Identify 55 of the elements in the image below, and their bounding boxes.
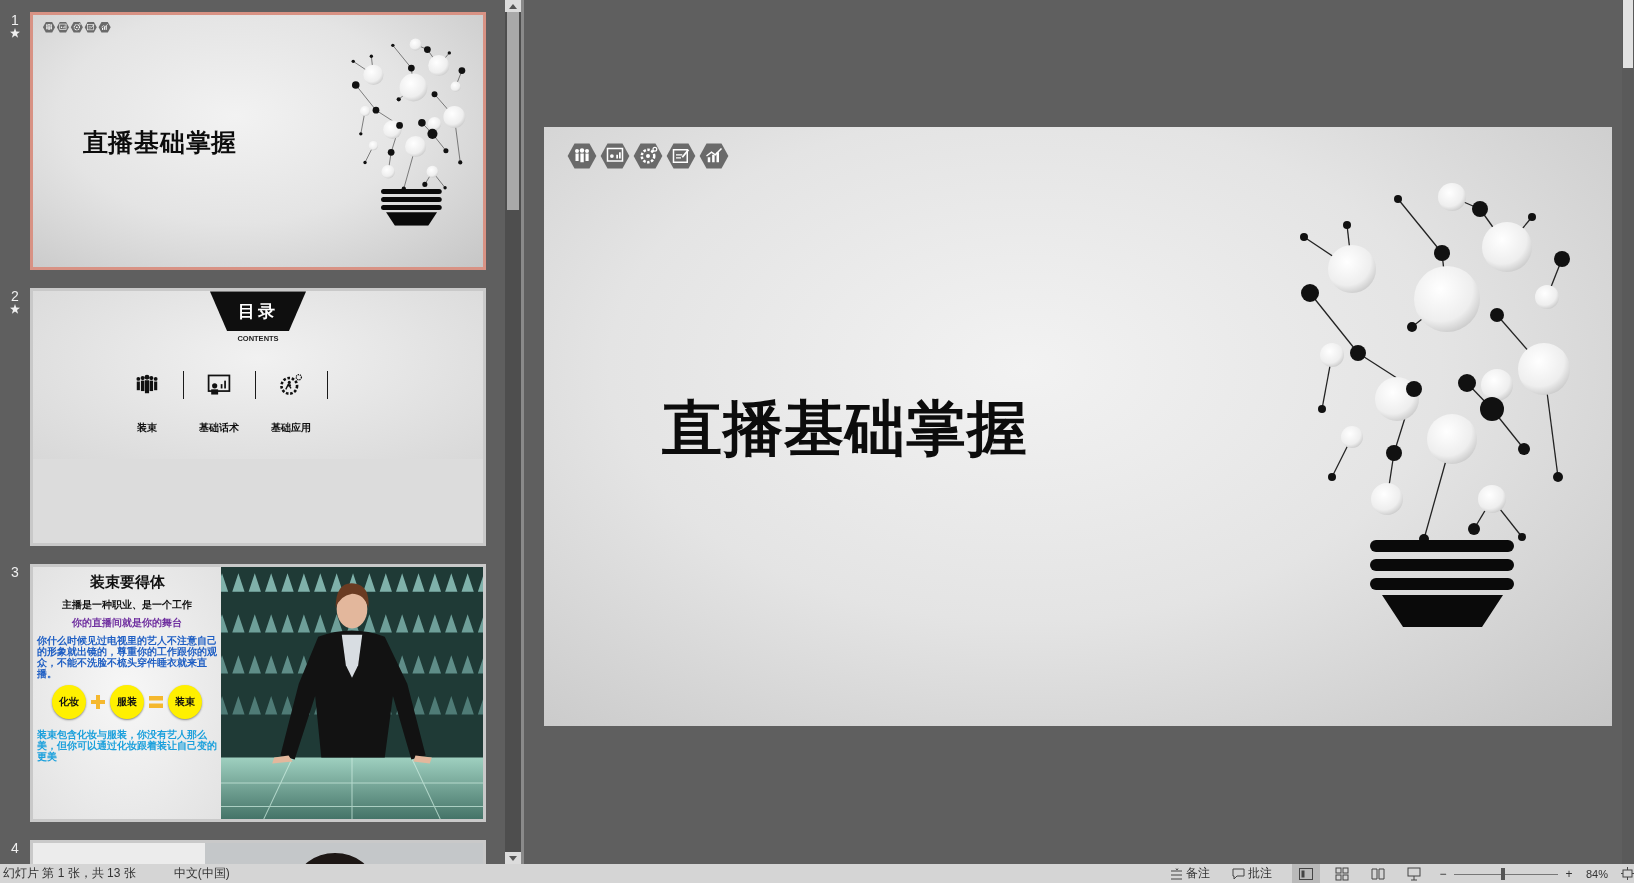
zoom-slider-thumb[interactable] — [1500, 867, 1505, 880]
edit-icon — [84, 20, 98, 34]
contents-item-label: 装束 — [137, 421, 157, 436]
slide-sorter-icon — [1333, 865, 1350, 882]
slide-title: 直播基础掌握 — [662, 394, 1028, 464]
notes-icon — [1169, 867, 1183, 880]
plus-icon — [91, 695, 105, 710]
growth-chart-icon — [698, 141, 730, 171]
gear-icon — [70, 20, 84, 34]
slide-title: 直播基础掌握 — [82, 126, 237, 159]
contents-item-label: 基础话术 — [199, 421, 239, 436]
slideshow-icon — [1405, 865, 1422, 882]
slide-paragraph: 你什么时候见过电视里的艺人不注意自己的形象就出镜的，尊重你的工作跟你的观众，不能不洗脸不梳头穿件睡衣就来直播。 — [37, 635, 217, 680]
notes-button[interactable]: 备注 — [1165, 864, 1214, 883]
slide-thumbnail[interactable]: 直播基础掌握 — [30, 12, 486, 271]
scrollbar[interactable] — [1622, 0, 1634, 864]
zoom-out-button[interactable]: − — [1435, 864, 1450, 883]
slide-footer-text: 装束包含化妆与服装，你没有艺人那么美，但你可以通过化妆跟着装让自己变的更美 — [37, 729, 217, 763]
slide-tagline: 你的直播间就是你的舞台 — [72, 616, 182, 631]
equation-circle: 化妆 — [52, 685, 86, 720]
reading-view-icon — [1369, 865, 1386, 882]
slide-thumbnail[interactable]: 装束要得体 主播是一种职业、是一个工作 你的直播间就是你的舞台 你什么时候见过电视里的艺人不注意自己的形象就出镜的，尊重你的工作跟你的观众，不能不洗脸不梳头穿件睡衣就来直播。 化妆 服装 装束 装束包含化妆与服装，你没有艺人那么美，但你可以通过化妆跟着装让自己变的更美 — [30, 564, 486, 823]
slide-number: 2 — [11, 288, 19, 305]
scrollbar[interactable] — [505, 0, 521, 864]
slide-subtitle: 主播是一种职业、是一个工作 — [62, 598, 192, 613]
scrollbar-thumb[interactable] — [1623, 0, 1633, 68]
growth-chart-icon — [97, 20, 112, 34]
slide-counter: 幻灯片 第 1 张，共 13 张 — [2, 865, 136, 882]
fit-slide-icon — [1620, 867, 1634, 880]
gear-icon — [632, 141, 664, 171]
scroll-up-arrow-icon — [509, 3, 517, 9]
equals-icon — [149, 696, 163, 709]
presentation-icon — [599, 141, 631, 171]
slide-heading: 装束要得体 — [89, 573, 165, 593]
zoom-in-button[interactable]: + — [1561, 864, 1576, 883]
normal-view-icon — [1297, 865, 1314, 882]
zoom-level-button[interactable]: 84% — [1585, 864, 1608, 883]
equation-circle: 服装 — [110, 685, 144, 720]
scrollbar-thumb[interactable] — [507, 12, 519, 210]
presentation-icon — [56, 20, 70, 34]
comments-button[interactable]: 批注 — [1227, 864, 1276, 883]
view-button[interactable] — [1291, 864, 1320, 883]
slide-number: 3 — [11, 564, 19, 581]
fit-slide-button[interactable] — [1620, 864, 1634, 883]
contents-item-label: 基础应用 — [271, 421, 311, 436]
people-icon — [566, 141, 598, 171]
people-icon — [42, 20, 56, 34]
comment-icon — [1231, 867, 1245, 880]
scroll-down-arrow-icon — [509, 855, 517, 861]
equation-circle: 装束 — [168, 685, 202, 720]
slide-number: 4 — [11, 840, 19, 857]
edit-icon — [665, 141, 697, 171]
language-label: 中文(中国) — [173, 865, 230, 882]
contents-heading: 目录 — [210, 291, 306, 332]
slide-number: 1 — [11, 12, 19, 28]
